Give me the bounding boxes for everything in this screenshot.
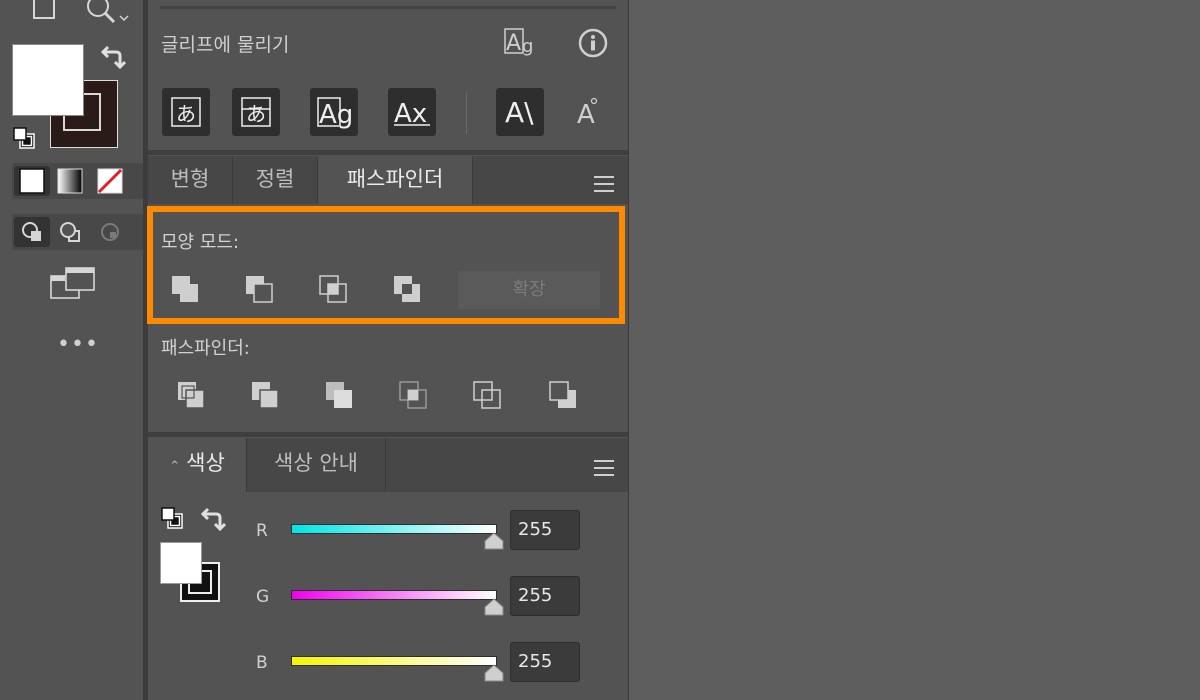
draw-inside-icon[interactable] — [92, 217, 128, 247]
swap-fill-stroke-icon[interactable] — [200, 506, 227, 536]
glyph-divider — [466, 92, 467, 134]
glyph-char: あ — [246, 102, 266, 126]
none-mode-button[interactable] — [92, 166, 128, 196]
svg-text:A: A — [506, 31, 521, 56]
minus-back-icon[interactable] — [548, 380, 580, 412]
channel-label-r: R — [256, 521, 268, 541]
r-slider-thumb[interactable] — [484, 532, 504, 554]
info-icon[interactable] — [578, 28, 608, 62]
canvas-area[interactable] — [629, 0, 1200, 700]
panel-divider — [160, 6, 616, 9]
draw-normal-icon[interactable] — [14, 217, 50, 247]
r-value-field[interactable]: 255 — [510, 510, 580, 550]
glyph-char: Ag — [319, 100, 352, 130]
glyph-char: A\ — [505, 96, 534, 129]
artboard-tool-icon[interactable] — [30, 0, 60, 26]
draw-behind-icon[interactable] — [52, 217, 88, 247]
tab-transform[interactable]: 변형 — [148, 156, 233, 204]
screen-mode-icon[interactable] — [50, 266, 96, 304]
default-fill-stroke-icon[interactable] — [160, 506, 184, 534]
tab-color[interactable]: ⌃ 색상 — [148, 438, 247, 492]
tools-toolbar: ••• — [0, 0, 144, 700]
glyph-snap-anchor-button[interactable]: A — [568, 92, 608, 132]
channel-label-g: G — [256, 587, 270, 607]
tab-color-guide[interactable]: 색상 안내 — [247, 438, 386, 492]
svg-text:g: g — [522, 36, 533, 57]
gradient-mode-button[interactable] — [52, 166, 88, 196]
b-slider-thumb[interactable] — [484, 664, 504, 686]
glyph-snap-xheight-button[interactable]: あ — [232, 88, 280, 136]
draw-mode-group — [12, 214, 144, 250]
fill-swatch[interactable] — [12, 44, 84, 116]
default-fill-stroke-icon[interactable] — [12, 126, 36, 154]
collapse-arrows-icon[interactable]: ⌃ — [169, 459, 180, 474]
zoom-tool-icon[interactable] — [84, 0, 132, 30]
crop-icon[interactable] — [398, 380, 430, 412]
outline-icon[interactable] — [472, 380, 504, 412]
merge-icon[interactable] — [324, 380, 356, 412]
panel-tab-bar: 변형 정렬 패스파인더 — [148, 156, 628, 204]
glyph-char: あ — [176, 102, 196, 126]
channel-label-b: B — [256, 653, 268, 673]
tab-color-label: 색상 — [186, 451, 225, 475]
divide-icon[interactable] — [176, 380, 208, 412]
trim-icon[interactable] — [250, 380, 282, 412]
glyph-snap-proximity-button[interactable]: Ax — [388, 88, 436, 136]
g-value-field[interactable]: 255 — [510, 576, 580, 616]
r-slider-track[interactable] — [291, 524, 497, 534]
section-separator — [148, 150, 628, 155]
swap-fill-stroke-icon[interactable] — [100, 44, 127, 74]
color-tab-bar: ⌃ 색상 색상 안내 — [148, 438, 628, 492]
glyph-snap-angular-button[interactable]: A\ — [496, 88, 544, 136]
section-separator — [148, 432, 628, 437]
snap-to-glyph-title: 글리프에 물리기 — [161, 34, 290, 56]
tab-pathfinder[interactable]: 패스파인더 — [318, 156, 473, 204]
color-mode-group — [12, 163, 144, 199]
color-panel-menu-icon[interactable] — [594, 460, 614, 481]
panel-menu-icon[interactable] — [594, 176, 614, 197]
tab-align[interactable]: 정렬 — [233, 156, 318, 204]
color-fill-swatch[interactable] — [160, 542, 202, 584]
properties-panel: 글리프에 물리기 Ag あ あ Ag Ax A\ A 변형 정렬 패스파인더 모… — [148, 0, 629, 700]
pathfinders-label: 패스파인더: — [161, 338, 250, 359]
glyph-snap-baseline-button[interactable]: あ — [162, 88, 210, 136]
b-slider-track[interactable] — [291, 656, 497, 666]
g-slider-thumb[interactable] — [484, 598, 504, 620]
g-slider-track[interactable] — [291, 590, 497, 600]
glyph-snap-bounds-button[interactable]: Ag — [310, 88, 358, 136]
color-mode-button[interactable] — [14, 166, 50, 196]
b-value-field[interactable]: 255 — [510, 642, 580, 682]
shape-modes-highlight — [147, 206, 625, 324]
glyph-options-icon[interactable]: Ag — [504, 26, 540, 64]
glyph-char: A — [577, 100, 595, 129]
more-tools-icon[interactable]: ••• — [57, 332, 99, 357]
